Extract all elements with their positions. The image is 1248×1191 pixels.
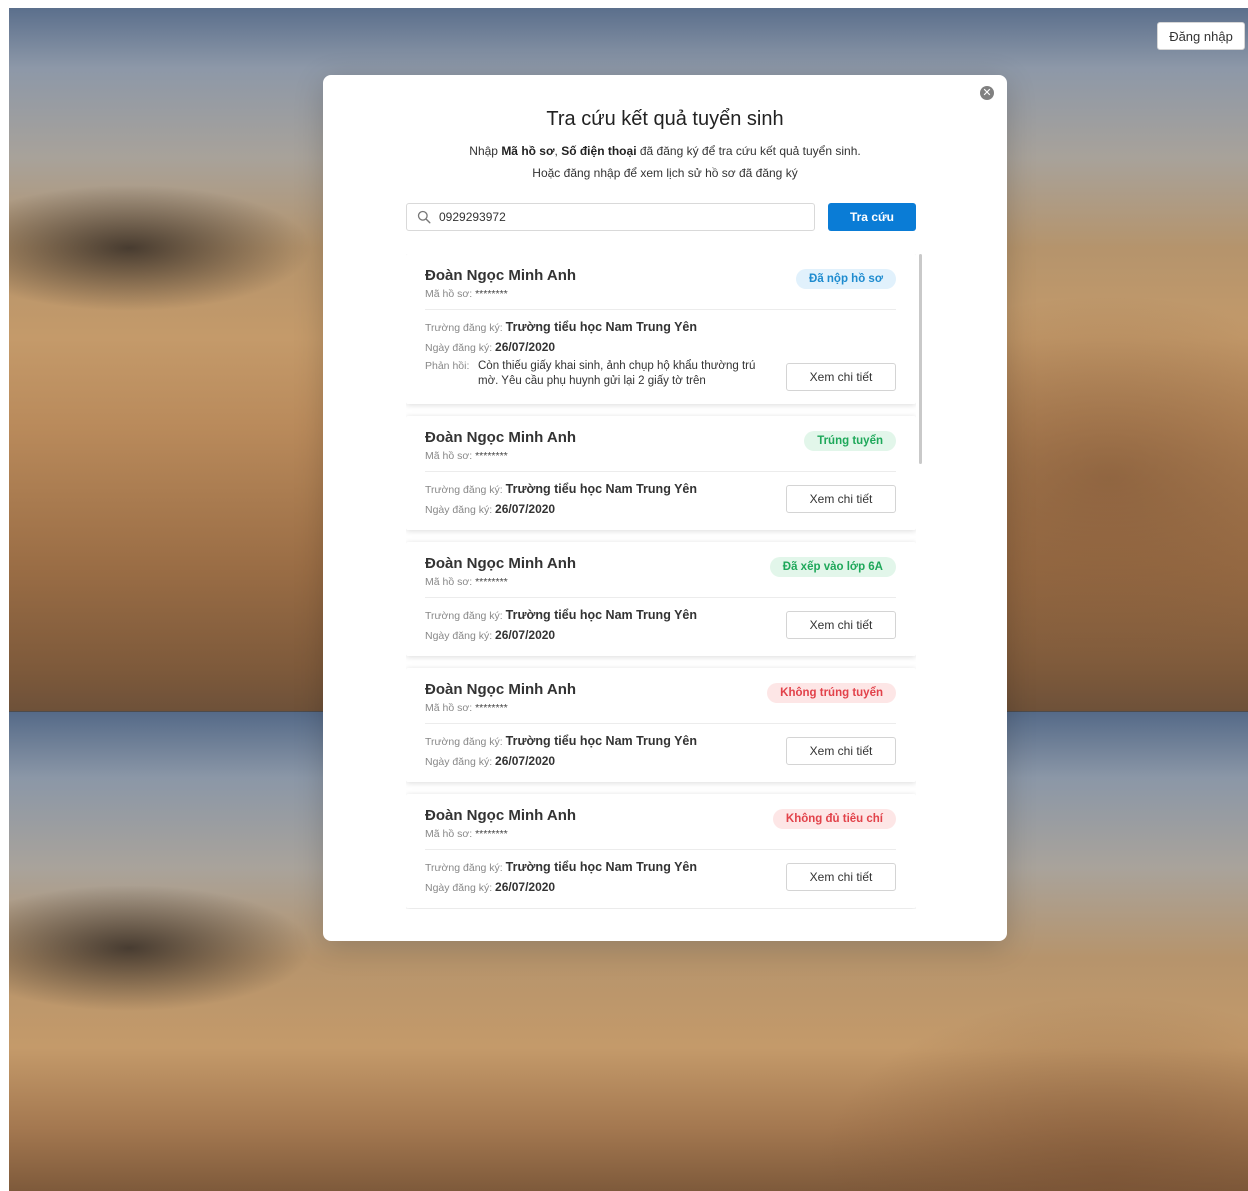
modal-subtitle-line2: Hoặc đăng nhập để xem lịch sử hồ sơ đã đ… bbox=[532, 166, 798, 180]
result-card: Đoàn Ngọc Minh Anh Mã hồ sơ: ******** Kh… bbox=[406, 668, 916, 782]
view-detail-button[interactable]: Xem chi tiết bbox=[786, 485, 896, 513]
date-row: Ngày đăng ký: 26/07/2020 bbox=[425, 628, 555, 642]
result-card: Đoàn Ngọc Minh Anh Mã hồ sơ: ******** Đã… bbox=[406, 542, 916, 656]
school-name: Trường tiểu học Nam Trung Yên bbox=[505, 860, 697, 874]
search-button[interactable]: Tra cứu bbox=[828, 203, 916, 231]
school-label: Trường đăng ký: bbox=[425, 484, 503, 496]
registration-date: 26/07/2020 bbox=[495, 340, 556, 354]
school-label: Trường đăng ký: bbox=[425, 736, 503, 748]
subtitle-bold-phone: Số điện thoại bbox=[561, 144, 637, 158]
date-row: Ngày đăng ký: 26/07/2020 bbox=[425, 880, 555, 894]
application-code: Mã hồ sơ: ******** bbox=[425, 288, 508, 300]
student-name: Đoàn Ngọc Minh Anh bbox=[425, 429, 577, 446]
view-detail-button[interactable]: Xem chi tiết bbox=[786, 863, 896, 891]
school-name: Trường tiểu học Nam Trung Yên bbox=[505, 734, 697, 748]
code-value: ******** bbox=[475, 702, 508, 714]
date-label: Ngày đăng ký: bbox=[425, 882, 493, 894]
code-label: Mã hồ sơ: bbox=[425, 576, 473, 588]
date-row: Ngày đăng ký: 26/07/2020 bbox=[425, 340, 555, 354]
school-name: Trường tiểu học Nam Trung Yên bbox=[505, 608, 697, 622]
view-detail-button[interactable]: Xem chi tiết bbox=[786, 737, 896, 765]
search-input[interactable] bbox=[439, 204, 799, 230]
school-name: Trường tiểu học Nam Trung Yên bbox=[505, 482, 697, 496]
school-row: Trường đăng ký: Trường tiểu học Nam Trun… bbox=[425, 482, 697, 496]
date-label: Ngày đăng ký: bbox=[425, 756, 493, 768]
result-card: Đoàn Ngọc Minh Anh Mã hồ sơ: ******** Tr… bbox=[406, 416, 916, 530]
status-badge: Trúng tuyển bbox=[804, 431, 896, 451]
status-badge: Đã xếp vào lớp 6A bbox=[769, 557, 896, 577]
feedback-text: Còn thiếu giấy khai sinh, ảnh chụp hộ kh… bbox=[478, 360, 756, 387]
student-name: Đoàn Ngọc Minh Anh bbox=[425, 267, 577, 284]
subtitle-bold-code: Mã hồ sơ bbox=[501, 144, 555, 158]
card-divider bbox=[425, 471, 896, 472]
registration-date: 26/07/2020 bbox=[495, 628, 556, 642]
results-list[interactable]: Đoàn Ngọc Minh Anh Mã hồ sơ: ******** Đã… bbox=[406, 254, 916, 909]
subtitle-suffix: đã đăng ký để tra cứu kết quả tuyển sinh… bbox=[636, 144, 861, 158]
view-detail-button[interactable]: Xem chi tiết bbox=[786, 363, 896, 391]
card-divider bbox=[425, 309, 896, 310]
date-label: Ngày đăng ký: bbox=[425, 504, 493, 516]
school-name: Trường tiểu học Nam Trung Yên bbox=[505, 320, 697, 334]
status-badge: Không đủ tiêu chí bbox=[772, 809, 896, 829]
close-icon[interactable]: ✕ bbox=[980, 86, 994, 100]
modal-subtitle: Nhập Mã hồ sơ, Số điện thoại đã đăng ký … bbox=[323, 144, 1007, 158]
code-value: ******** bbox=[475, 288, 508, 300]
school-row: Trường đăng ký: Trường tiểu học Nam Trun… bbox=[425, 320, 697, 334]
application-code: Mã hồ sơ: ******** bbox=[425, 828, 508, 840]
lookup-modal: ✕ Tra cứu kết quả tuyển sinh Nhập Mã hồ … bbox=[323, 75, 1007, 941]
modal-title: Tra cứu kết quả tuyển sinh bbox=[546, 108, 784, 130]
student-name: Đoàn Ngọc Minh Anh bbox=[425, 681, 577, 698]
registration-date: 26/07/2020 bbox=[495, 880, 556, 894]
result-card: Đoàn Ngọc Minh Anh Mã hồ sơ: ******** Kh… bbox=[406, 794, 916, 908]
card-divider bbox=[425, 849, 896, 850]
status-badge: Không trúng tuyển bbox=[767, 683, 896, 703]
code-value: ******** bbox=[475, 828, 508, 840]
code-label: Mã hồ sơ: bbox=[425, 828, 473, 840]
status-badge: Đã nộp hồ sơ bbox=[796, 269, 896, 289]
school-label: Trường đăng ký: bbox=[425, 610, 503, 622]
code-value: ******** bbox=[475, 450, 508, 462]
application-code: Mã hồ sơ: ******** bbox=[425, 450, 508, 462]
card-divider bbox=[425, 597, 896, 598]
results-scrollbar[interactable] bbox=[919, 254, 922, 464]
view-detail-button[interactable]: Xem chi tiết bbox=[786, 611, 896, 639]
result-card: Đoàn Ngọc Minh Anh Mã hồ sơ: ******** Đã… bbox=[406, 254, 916, 404]
code-value: ******** bbox=[475, 576, 508, 588]
registration-date: 26/07/2020 bbox=[495, 754, 556, 768]
date-label: Ngày đăng ký: bbox=[425, 630, 493, 642]
registration-date: 26/07/2020 bbox=[495, 502, 556, 516]
search-icon bbox=[417, 210, 431, 224]
application-code: Mã hồ sơ: ******** bbox=[425, 702, 508, 714]
feedback-label: Phản hồi: bbox=[425, 360, 470, 372]
school-row: Trường đăng ký: Trường tiểu học Nam Trun… bbox=[425, 608, 697, 622]
application-code: Mã hồ sơ: ******** bbox=[425, 576, 508, 588]
date-row: Ngày đăng ký: 26/07/2020 bbox=[425, 754, 555, 768]
code-label: Mã hồ sơ: bbox=[425, 288, 473, 300]
code-label: Mã hồ sơ: bbox=[425, 702, 473, 714]
login-button[interactable]: Đăng nhập bbox=[1157, 22, 1245, 50]
card-divider bbox=[425, 723, 896, 724]
date-label: Ngày đăng ký: bbox=[425, 342, 493, 354]
date-row: Ngày đăng ký: 26/07/2020 bbox=[425, 502, 555, 516]
school-label: Trường đăng ký: bbox=[425, 322, 503, 334]
search-field[interactable] bbox=[406, 203, 815, 231]
subtitle-prefix: Nhập bbox=[469, 144, 502, 158]
school-row: Trường đăng ký: Trường tiểu học Nam Trun… bbox=[425, 734, 697, 748]
student-name: Đoàn Ngọc Minh Anh bbox=[425, 807, 577, 824]
school-label: Trường đăng ký: bbox=[425, 862, 503, 874]
school-row: Trường đăng ký: Trường tiểu học Nam Trun… bbox=[425, 860, 697, 874]
student-name: Đoàn Ngọc Minh Anh bbox=[425, 555, 577, 572]
code-label: Mã hồ sơ: bbox=[425, 450, 473, 462]
